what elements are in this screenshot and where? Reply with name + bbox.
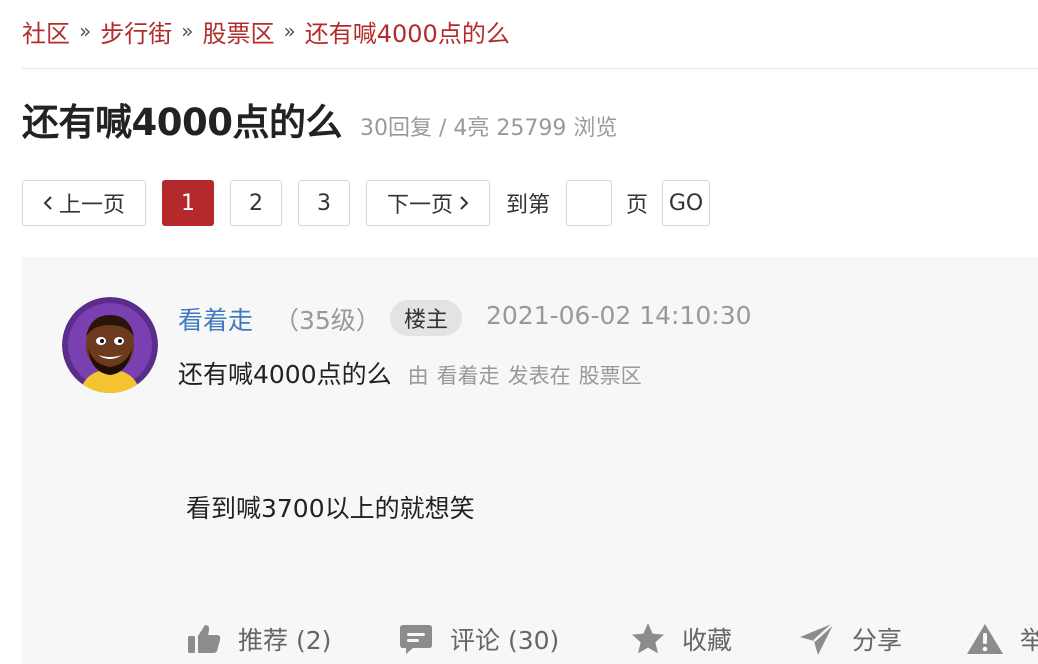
origin-board-link[interactable]: 股票区 (579, 364, 642, 388)
breadcrumb-separator: » (79, 19, 92, 43)
thumbs-up-icon (186, 623, 238, 655)
breadcrumb-stock-board-link[interactable]: 股票区 (203, 14, 275, 49)
comment-button[interactable]: 评论 (30) (398, 617, 559, 661)
thread-title: 还有喊4000点的么 (22, 101, 342, 144)
post-subtitle: 还有喊4000点的么 (178, 360, 392, 389)
breadcrumb-current-thread-link[interactable]: 还有喊4000点的么 (305, 14, 510, 49)
breadcrumb-pedestrian-street-link[interactable]: 步行街 (100, 14, 172, 49)
goto-prefix-label: 到第 (506, 193, 551, 218)
next-page-label: 下一页 (386, 193, 453, 218)
next-page-button[interactable]: 下一页 (366, 180, 490, 226)
post-timestamp: 2021-06-02 14:10:30 (486, 301, 752, 330)
comment-label: 评论 (30) (450, 626, 560, 655)
stats-divider: / (438, 116, 447, 141)
comment-bubble-icon (398, 622, 450, 656)
author-level: （35级） (274, 306, 381, 335)
star-icon (630, 622, 682, 656)
light-count: 4亮 (453, 116, 490, 141)
go-button[interactable]: GO (662, 180, 710, 226)
prev-page-button[interactable]: 上一页 (22, 180, 146, 226)
thread-starter-badge: 楼主 (390, 300, 463, 336)
author-name-link[interactable]: 看着走 (178, 301, 253, 337)
goto-suffix-label: 页 (626, 193, 649, 218)
reply-count: 30回复 (359, 116, 432, 141)
breadcrumb-community-link[interactable]: 社区 (22, 14, 70, 49)
post-card: 看着走 （35级） 楼主 2021-06-02 14:10:30 还有喊4000… (22, 257, 1038, 664)
post-origin: 由看着走 发表在 股票区 (408, 360, 650, 390)
recommend-label: 推荐 (2) (238, 626, 332, 655)
thread-header: 还有喊4000点的么 30回复/4亮 25799 浏览 (22, 92, 617, 146)
favorite-label: 收藏 (682, 626, 733, 655)
chevron-right-icon (459, 195, 469, 211)
report-button[interactable]: 举报 (966, 617, 1038, 661)
breadcrumb-separator: » (181, 19, 194, 43)
paper-plane-icon (798, 621, 852, 657)
header-divider (22, 68, 1038, 69)
page-1-button[interactable]: 1 (162, 180, 214, 226)
post-actions: 推荐 (2) 评论 (30) 收藏 分享 举报 (186, 617, 1038, 661)
origin-author-link[interactable]: 看着走 (437, 364, 500, 388)
favorite-button[interactable]: 收藏 (630, 617, 732, 661)
page-2-button[interactable]: 2 (230, 180, 282, 226)
chevron-left-icon (43, 195, 53, 211)
user-avatar[interactable] (62, 297, 158, 393)
recommend-button[interactable]: 推荐 (2) (186, 617, 331, 661)
prev-page-label: 上一页 (58, 193, 125, 218)
report-label: 举报 (1020, 626, 1038, 655)
goto-page-input[interactable] (566, 180, 612, 226)
view-count: 25799 浏览 (496, 116, 618, 141)
share-button[interactable]: 分享 (798, 617, 902, 661)
origin-posted-in-label: 发表在 (507, 364, 571, 388)
post-subheader: 还有喊4000点的么 由看着走 发表在 股票区 (178, 355, 650, 391)
thread-stats: 30回复/4亮 25799 浏览 (360, 110, 617, 142)
page-3-button[interactable]: 3 (298, 180, 350, 226)
breadcrumb-separator: » (283, 19, 296, 43)
share-label: 分享 (852, 626, 903, 655)
breadcrumb: 社区 » 步行街 » 股票区 » 还有喊4000点的么 (22, 14, 510, 48)
warning-triangle-icon (966, 622, 1020, 656)
origin-by-label: 由 (407, 364, 429, 388)
post-content: 看到喊3700以上的就想笑 (186, 494, 475, 523)
